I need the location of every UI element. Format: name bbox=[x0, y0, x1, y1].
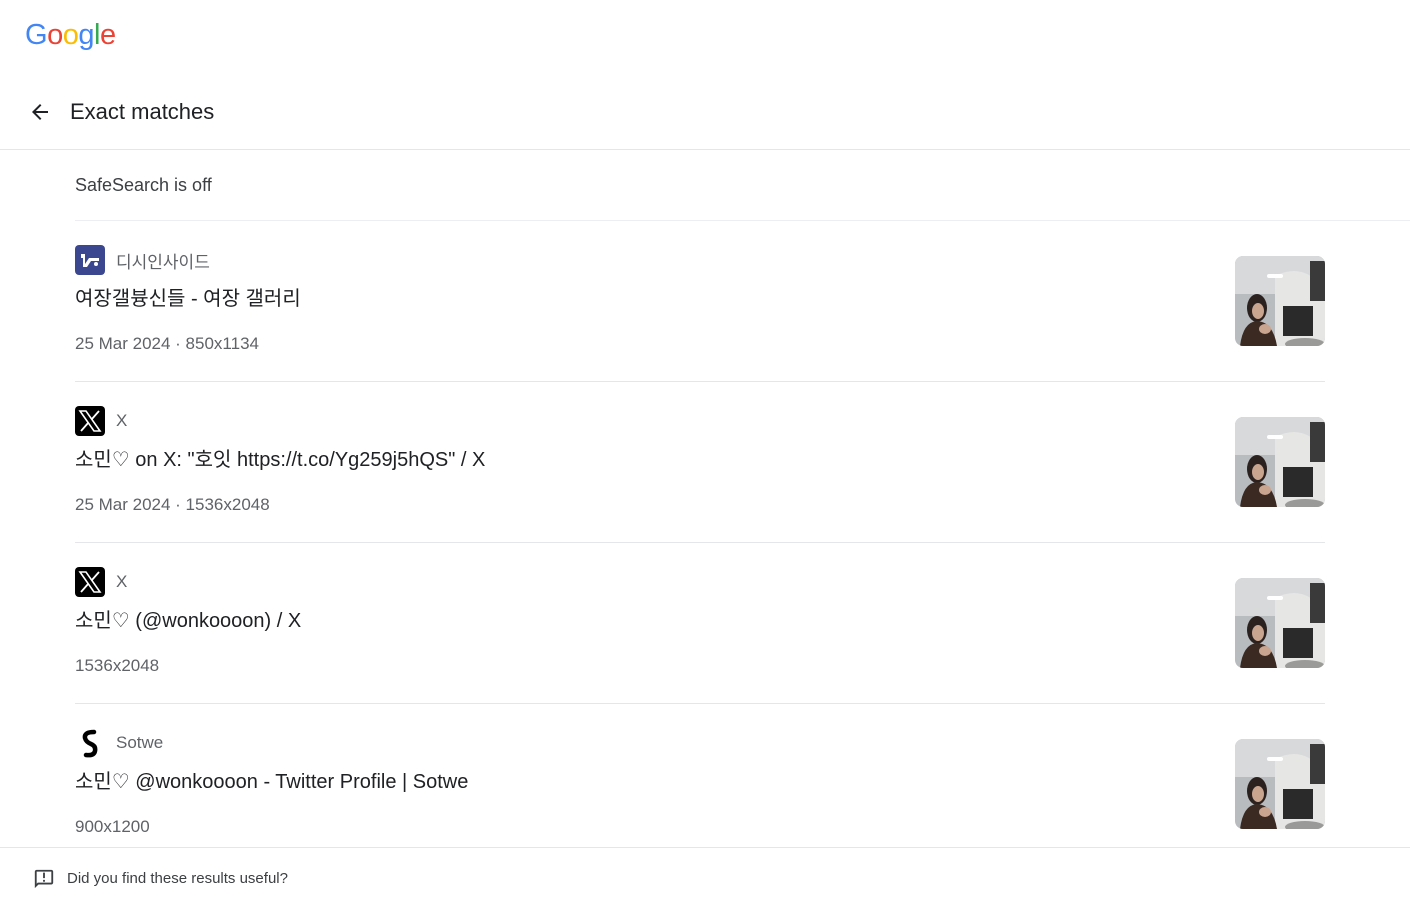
safesearch-label: SafeSearch is off bbox=[75, 175, 212, 195]
result-item[interactable]: 디시인사이드 여장갤븅신들 - 여장 갤러리 25 Mar 2024 · 850… bbox=[75, 221, 1325, 382]
result-source: X bbox=[75, 567, 127, 597]
result-title-link[interactable]: 소민♡ @wonkoooon - Twitter Profile | Sotwe bbox=[75, 768, 468, 796]
results-list: 디시인사이드 여장갤븅신들 - 여장 갤러리 25 Mar 2024 · 850… bbox=[75, 221, 1325, 864]
result-title-link[interactable]: 소민♡ on X: "호잇 https://t.co/Yg259j5hQS" /… bbox=[75, 446, 485, 474]
result-thumbnail[interactable] bbox=[1235, 739, 1325, 829]
safesearch-notice: SafeSearch is off bbox=[75, 150, 1410, 221]
result-meta: 900x1200 bbox=[75, 817, 150, 836]
google-logo[interactable]: Google bbox=[25, 18, 116, 52]
result-meta: 25 Mar 2024 · 850x1134 bbox=[75, 334, 259, 353]
sotwe-icon bbox=[75, 728, 105, 758]
result-title-link[interactable]: 소민♡ (@wonkoooon) / X bbox=[75, 607, 301, 635]
logo-letter: o bbox=[47, 19, 63, 51]
result-source: X bbox=[75, 406, 127, 436]
logo-letter: o bbox=[62, 19, 79, 51]
result-item[interactable]: X 소민♡ (@wonkoooon) / X 1536x2048 bbox=[75, 543, 1325, 704]
result-source: 디시인사이드 bbox=[75, 245, 210, 275]
logo-letter: g bbox=[78, 19, 94, 51]
result-title-link[interactable]: 여장갤븅신들 - 여장 갤러리 bbox=[75, 285, 301, 313]
logo-letter: e bbox=[99, 19, 116, 51]
page: Google Exact matches SafeSearch is off 디… bbox=[0, 0, 1410, 900]
feedback-icon[interactable] bbox=[33, 868, 55, 890]
arrow-back-icon bbox=[32, 104, 48, 120]
feedback-bar: Did you find these results useful? bbox=[0, 847, 1410, 900]
feedback-prompt[interactable]: Did you find these results useful? bbox=[67, 869, 288, 889]
source-name: X bbox=[116, 411, 128, 430]
result-meta: 25 Mar 2024 · 1536x2048 bbox=[75, 495, 270, 514]
source-name: Sotwe bbox=[116, 733, 164, 752]
source-name: X bbox=[116, 572, 128, 591]
result-meta: 1536x2048 bbox=[75, 656, 160, 675]
back-button[interactable] bbox=[24, 96, 56, 128]
result-item[interactable]: X 소민♡ on X: "호잇 https://t.co/Yg259j5hQS"… bbox=[75, 382, 1325, 543]
x-logo-icon bbox=[75, 406, 105, 436]
dcinside-icon bbox=[75, 245, 105, 275]
result-source: Sotwe bbox=[75, 728, 163, 758]
logo-letter: G bbox=[25, 19, 48, 51]
result-thumbnail[interactable] bbox=[1235, 417, 1325, 507]
result-item[interactable]: Sotwe 소민♡ @wonkoooon - Twitter Profile |… bbox=[75, 704, 1325, 864]
title-bar: Exact matches bbox=[0, 88, 1410, 150]
result-thumbnail[interactable] bbox=[1235, 578, 1325, 668]
page-title: Exact matches bbox=[70, 99, 215, 124]
source-name: 디시인사이드 bbox=[116, 252, 210, 272]
result-thumbnail[interactable] bbox=[1235, 256, 1325, 346]
x-logo-icon bbox=[75, 567, 105, 597]
